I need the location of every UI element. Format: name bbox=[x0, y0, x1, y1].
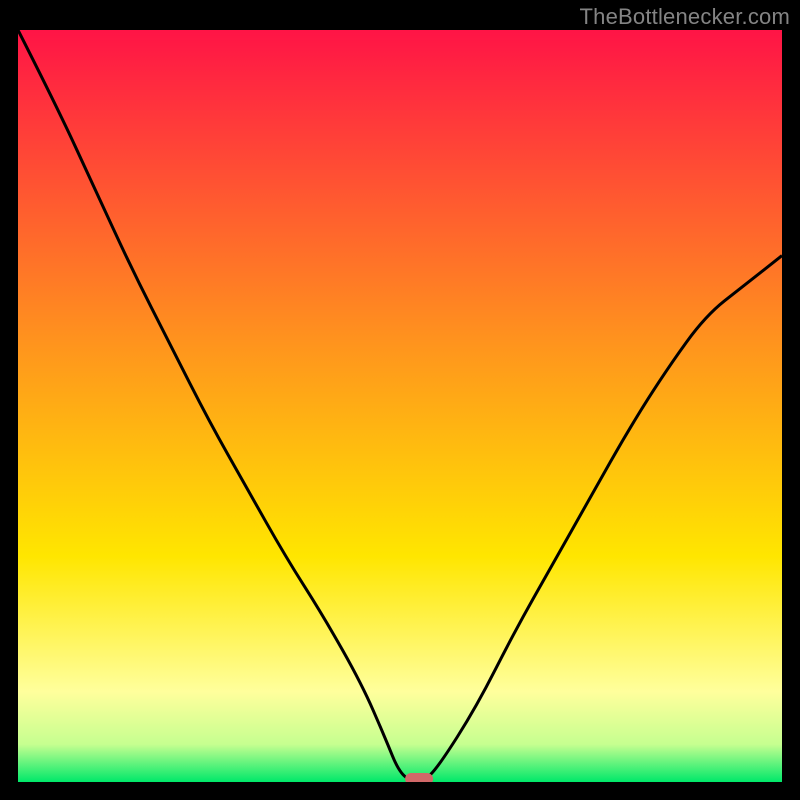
watermark-text: TheBottlenecker.com bbox=[580, 4, 790, 30]
chart-container: TheBottlenecker.com bbox=[0, 0, 800, 800]
optimum-marker bbox=[405, 773, 433, 782]
bottleneck-curve bbox=[18, 30, 782, 782]
curve-path bbox=[18, 30, 782, 782]
plot-area bbox=[18, 30, 782, 782]
